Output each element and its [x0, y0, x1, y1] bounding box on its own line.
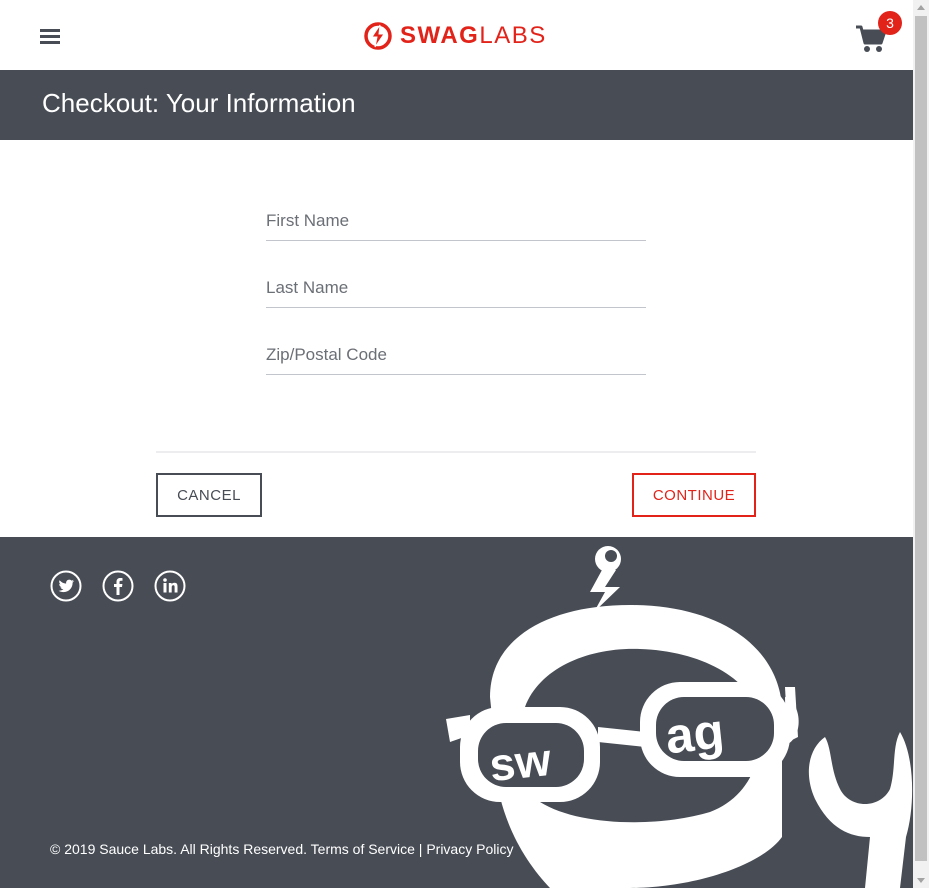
- checkout-page: SWAGLABS 3 Checkout: Your Information CA…: [0, 0, 913, 888]
- title-bar: Checkout: Your Information: [0, 70, 913, 140]
- swag-labs-logo: SWAGLABS: [364, 20, 547, 52]
- robot-glasses-text-left: sw: [487, 733, 554, 791]
- continue-button[interactable]: CONTINUE: [632, 473, 756, 517]
- swag-robot-mascot: sw ag: [446, 546, 913, 888]
- robot-glasses-text-right: ag: [663, 703, 727, 765]
- first-name-input[interactable]: [266, 202, 646, 241]
- postal-code-input[interactable]: [266, 336, 646, 375]
- facebook-icon[interactable]: [102, 570, 134, 602]
- scroll-up-arrow-icon[interactable]: [917, 5, 925, 10]
- logo-text-bold: SWAG: [400, 22, 480, 49]
- cancel-button[interactable]: CANCEL: [156, 473, 262, 517]
- form-divider: [156, 451, 756, 453]
- scroll-down-arrow-icon[interactable]: [917, 878, 925, 883]
- last-name-input[interactable]: [266, 269, 646, 308]
- copyright-text: © 2019 Sauce Labs. All Rights Reserved. …: [50, 841, 514, 857]
- hamburger-menu-icon[interactable]: [40, 29, 60, 45]
- logo-text-light: LABS: [479, 22, 547, 49]
- cart-badge[interactable]: 3: [878, 11, 902, 35]
- lightning-logo-icon: [364, 22, 392, 50]
- footer: sw ag © 2019 Sauce Labs. All Rights Rese…: [0, 537, 913, 888]
- twitter-icon[interactable]: [50, 570, 82, 602]
- linkedin-icon[interactable]: [154, 570, 186, 602]
- scrollbar-thumb[interactable]: [915, 16, 927, 861]
- page-title: Checkout: Your Information: [42, 88, 356, 118]
- top-header: SWAGLABS 3: [0, 0, 913, 70]
- vertical-scrollbar[interactable]: [913, 0, 929, 888]
